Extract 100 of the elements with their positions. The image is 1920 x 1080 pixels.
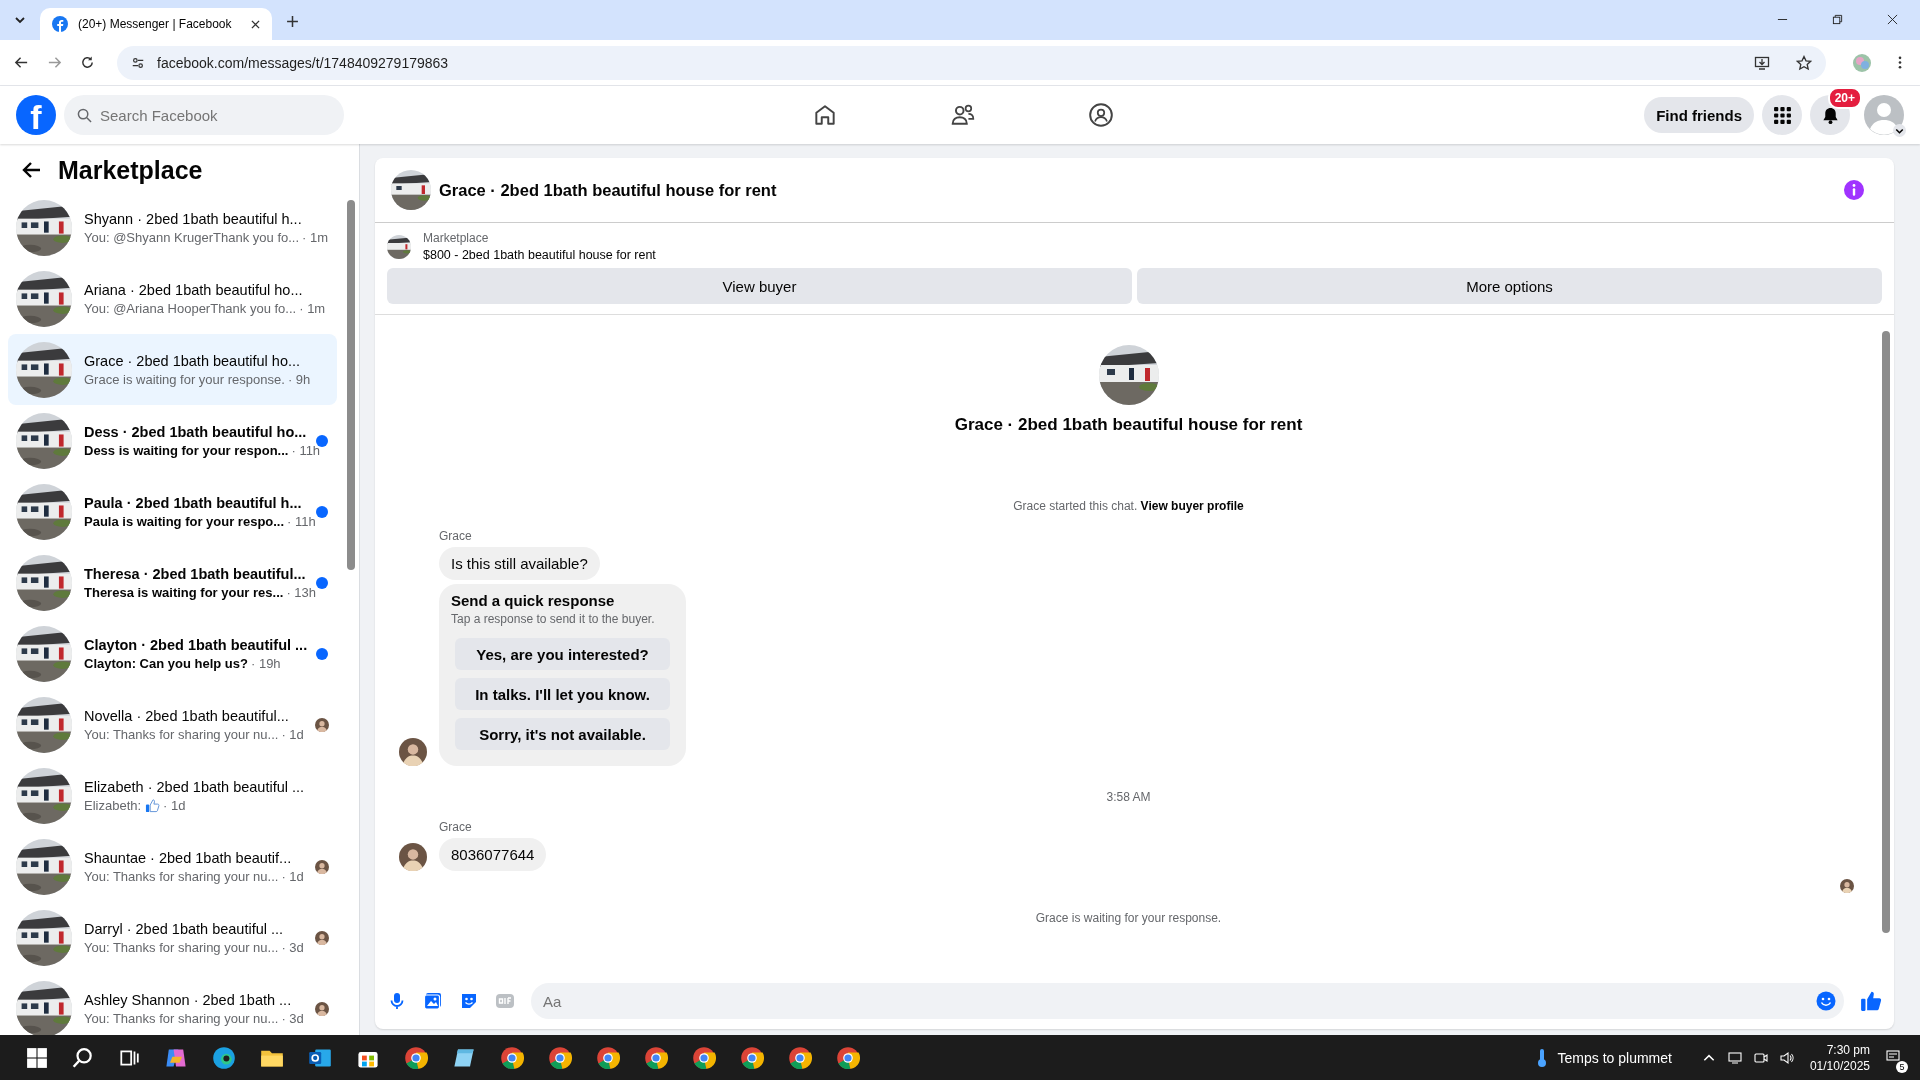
thermometer-icon	[1535, 1047, 1548, 1068]
facebook-logo[interactable]: f	[16, 95, 56, 135]
home-icon[interactable]	[812, 102, 838, 128]
conversation-item[interactable]: Clayton · 2bed 1bath beautiful ... Clayton: Can you help us? · 19h	[8, 618, 337, 689]
back-icon[interactable]	[14, 55, 29, 70]
start-icon[interactable]	[26, 1046, 48, 1069]
message-preview: You: Thanks for sharing your nu...	[84, 1010, 279, 1026]
conversation-item[interactable]: Novella · 2bed 1bath beautiful... You: Thanks for sharing your nu... · 1d	[8, 689, 337, 760]
chrome-icon[interactable]	[836, 1045, 860, 1070]
message-time: · 9h	[287, 371, 311, 387]
sender-name: Grace	[439, 820, 473, 834]
site-settings-icon	[131, 55, 145, 70]
conversation-title: Darryl · 2bed 1bath beautiful ...	[84, 920, 285, 937]
search-field[interactable]: Search Facebook	[64, 95, 344, 135]
message-preview: You: Thanks for sharing your nu...	[84, 726, 279, 742]
sticker-icon[interactable]	[459, 991, 479, 1011]
close-icon[interactable]	[1887, 14, 1898, 25]
conversation-item[interactable]: Shyann · 2bed 1bath beautiful h... You: @Shyann KrugerThank you fo... · 1m	[8, 192, 337, 263]
info-icon[interactable]	[1844, 180, 1864, 200]
message-time: · 13h	[286, 584, 317, 600]
chrome-icon[interactable]	[500, 1045, 524, 1070]
quick-response-hint: Tap a response to send it to the buyer.	[451, 612, 656, 626]
reload-icon[interactable]	[80, 55, 95, 70]
conversation-item[interactable]: Grace · 2bed 1bath beautiful ho... Grace is waiting for your response. · 9h	[8, 334, 337, 405]
emoji-icon[interactable]	[1816, 991, 1836, 1011]
conversation-title: Theresa · 2bed 1bath beautiful...	[84, 565, 303, 582]
notification-badge: 20+	[1827, 87, 1862, 109]
find-friends-button[interactable]: Find friends	[1644, 97, 1754, 133]
clock-date[interactable]: 01/10/2025	[1809, 1058, 1870, 1073]
message-preview: You: @Ariana HooperThank you fo...	[84, 300, 297, 316]
search-icon	[77, 108, 92, 123]
message-time: · 1d	[281, 868, 304, 884]
menu-icon[interactable]	[1898, 55, 1902, 70]
back-icon[interactable]	[22, 160, 42, 180]
conversation-item[interactable]: Shauntae · 2bed 1bath beautif... You: Thanks for sharing your nu... · 1d	[8, 831, 337, 902]
chat-title: Grace · 2bed 1bath beautiful house for rent	[439, 180, 777, 200]
chrome-icon[interactable]	[692, 1045, 716, 1070]
conversation-item[interactable]: Paula · 2bed 1bath beautiful h... Paula is waiting for your respo... · 11h	[8, 476, 337, 547]
message-field[interactable]: Aa	[531, 983, 1844, 1019]
speaker-icon[interactable]	[1779, 1050, 1794, 1065]
quick-response-title: Send a quick response	[451, 592, 616, 609]
conversation-title: Paula · 2bed 1bath beautiful h...	[84, 494, 303, 511]
weather-text[interactable]: Temps to plummet	[1557, 1049, 1672, 1066]
quick-reply-button[interactable]: Yes, are you interested?	[455, 638, 670, 670]
restore-icon[interactable]	[1832, 14, 1843, 25]
message-preview: Dess is waiting for your respon...	[84, 442, 289, 458]
close-icon[interactable]	[251, 19, 260, 29]
install-icon[interactable]	[1754, 54, 1770, 71]
message-time: · 3d	[281, 939, 304, 955]
search-icon[interactable]	[72, 1046, 94, 1069]
chrome-icon[interactable]	[404, 1045, 428, 1070]
timestamp: 3:58 AM	[1106, 790, 1151, 804]
camera-icon[interactable]	[1753, 1050, 1768, 1065]
message-time: · 1d	[281, 726, 304, 742]
conversation-title: Grace · 2bed 1bath beautiful ho...	[84, 352, 302, 369]
menu-button[interactable]	[1762, 95, 1802, 135]
browser-tab[interactable]: (20+) Messenger | Facebook	[40, 8, 272, 40]
clock-time[interactable]: 7:30 pm	[1826, 1042, 1870, 1057]
photo-icon[interactable]	[423, 991, 443, 1011]
friends-icon[interactable]	[950, 102, 976, 128]
conversation-item[interactable]: Dess · 2bed 1bath beautiful ho... Dess is waiting for your respon... · 11h	[8, 405, 337, 476]
conversation-title: Ariana · 2bed 1bath beautiful ho...	[84, 281, 303, 298]
quick-reply-button[interactable]: Sorry, it's not available.	[455, 718, 670, 750]
conversation-item[interactable]: Theresa · 2bed 1bath beautiful... Theresa is waiting for your res... · 13h	[8, 547, 337, 618]
conversation-item[interactable]: Elizabeth · 2bed 1bath beautiful ... Elizabeth: · 1d	[8, 760, 337, 831]
message-preview: Elizabeth:	[84, 797, 142, 813]
forward-icon[interactable]	[47, 55, 62, 70]
message-preview: Theresa is waiting for your res...	[84, 584, 284, 600]
chrome-icon[interactable]	[596, 1045, 620, 1070]
conversation-title: Elizabeth · 2bed 1bath beautiful ...	[84, 778, 303, 795]
avatar	[1864, 95, 1904, 135]
message-preview: Clayton: Can you help us?	[84, 655, 248, 671]
view-buyer-profile-link[interactable]: View buyer profile	[1140, 499, 1244, 513]
chrome-icon[interactable]	[788, 1045, 812, 1070]
network-icon[interactable]	[1727, 1050, 1742, 1065]
message-time: · 1m	[299, 300, 326, 316]
sender-name: Grace	[439, 529, 473, 543]
new-tab-icon[interactable]	[286, 15, 299, 28]
message-bubble: Is this still available?	[439, 547, 600, 580]
conversation-title: Ashley Shannon · 2bed 1bath ...	[84, 991, 293, 1008]
sidebar-title: Marketplace	[58, 155, 203, 185]
thumbs-up-icon[interactable]	[1860, 990, 1882, 1012]
caret-icon	[1893, 124, 1906, 137]
address-field[interactable]: facebook.com/messages/t/1748409279179863	[117, 45, 1826, 80]
conversation-item[interactable]: Ariana · 2bed 1bath beautiful ho... You: @Ariana HooperThank you fo... · 1m	[8, 263, 337, 334]
quick-reply-button[interactable]: In talks. I'll let you know.	[455, 678, 670, 710]
message-bubble: 8036077644	[439, 838, 547, 871]
action-button[interactable]: More options	[1137, 268, 1882, 304]
notification-icon[interactable]	[1886, 1048, 1900, 1063]
action-button[interactable]: View buyer	[387, 268, 1132, 304]
star-icon[interactable]	[1796, 54, 1812, 71]
tab-title: (20+) Messenger | Facebook	[78, 17, 233, 31]
chat-started-note: Grace started this chat. View buyer profile	[1013, 499, 1244, 513]
conversation-item[interactable]: Darryl · 2bed 1bath beautiful ... You: Thanks for sharing your nu... · 3d	[8, 902, 337, 973]
chrome-icon[interactable]	[644, 1045, 668, 1070]
groups-icon[interactable]	[1088, 102, 1114, 128]
chrome-icon[interactable]	[548, 1045, 572, 1070]
edge-icon[interactable]	[212, 1045, 236, 1070]
tab-list-icon[interactable]	[14, 14, 26, 26]
chrome-icon[interactable]	[740, 1045, 764, 1070]
